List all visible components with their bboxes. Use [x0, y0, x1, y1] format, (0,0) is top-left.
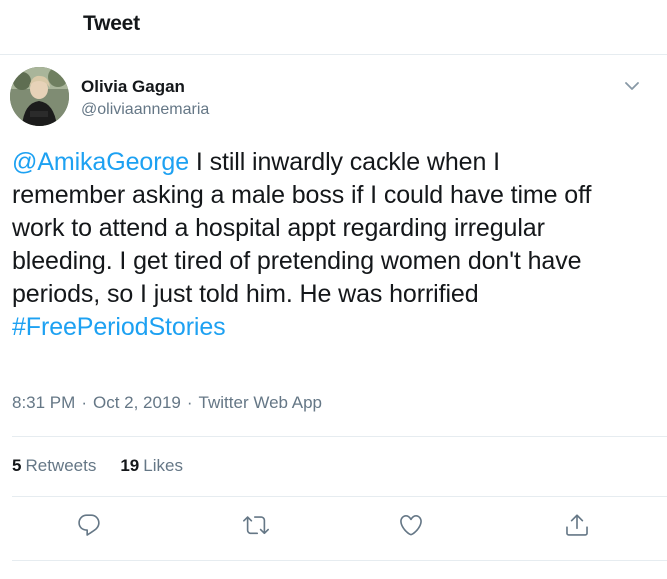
reply-icon[interactable]: [76, 512, 102, 538]
likes-stat[interactable]: 19 Likes: [120, 456, 183, 476]
tweet-text: @AmikaGeorge I still inwardly cackle whe…: [12, 146, 657, 344]
retweets-label: Retweets: [25, 456, 97, 475]
author-name[interactable]: Olivia Gagan: [81, 77, 185, 97]
retweets-stat[interactable]: 5 Retweets: [12, 456, 96, 476]
tweet-meta: 8:31 PM · Oct 2, 2019 · Twitter Web App: [12, 393, 322, 413]
tweet-line: @AmikaGeorge I still inwardly cackle whe…: [12, 146, 657, 179]
author-handle[interactable]: @oliviaannemaria: [81, 101, 209, 119]
chevron-down-icon[interactable]: [622, 76, 642, 96]
hashtag-link[interactable]: #FreePeriodStories: [12, 313, 226, 341]
profile-photo-image: [10, 67, 69, 126]
likes-label: Likes: [143, 456, 183, 475]
tweet-text-segment: I still inwardly cackle when I: [189, 148, 500, 176]
share-icon[interactable]: [564, 512, 590, 538]
tweet-line: bleeding. I get tired of pretending wome…: [12, 247, 582, 275]
page-title: Tweet: [83, 12, 140, 35]
divider: [12, 560, 667, 561]
meta-separator: ·: [186, 393, 193, 412]
page-header: Tweet: [0, 0, 667, 55]
retweet-icon[interactable]: [243, 512, 269, 538]
tweet-time[interactable]: 8:31 PM: [12, 393, 75, 412]
tweet-line: periods, so I just told him. He was horr…: [12, 280, 479, 308]
likes-count: 19: [120, 456, 140, 475]
tweet-line: remember asking a male boss if I could h…: [12, 181, 592, 209]
divider: [12, 436, 667, 437]
heart-icon[interactable]: [398, 512, 424, 538]
retweets-count: 5: [12, 456, 22, 475]
tweet-line: work to attend a hospital appt regarding…: [12, 214, 545, 242]
tweet-date[interactable]: Oct 2, 2019: [93, 393, 181, 412]
tweet-source[interactable]: Twitter Web App: [199, 393, 322, 412]
divider: [12, 496, 667, 497]
meta-separator: ·: [81, 393, 87, 412]
mention-link[interactable]: @AmikaGeorge: [12, 148, 189, 176]
avatar[interactable]: [10, 67, 69, 126]
tweet-line: #FreePeriodStories: [12, 311, 657, 344]
tweet-stats: 5 Retweets 19 Likes: [12, 456, 207, 476]
